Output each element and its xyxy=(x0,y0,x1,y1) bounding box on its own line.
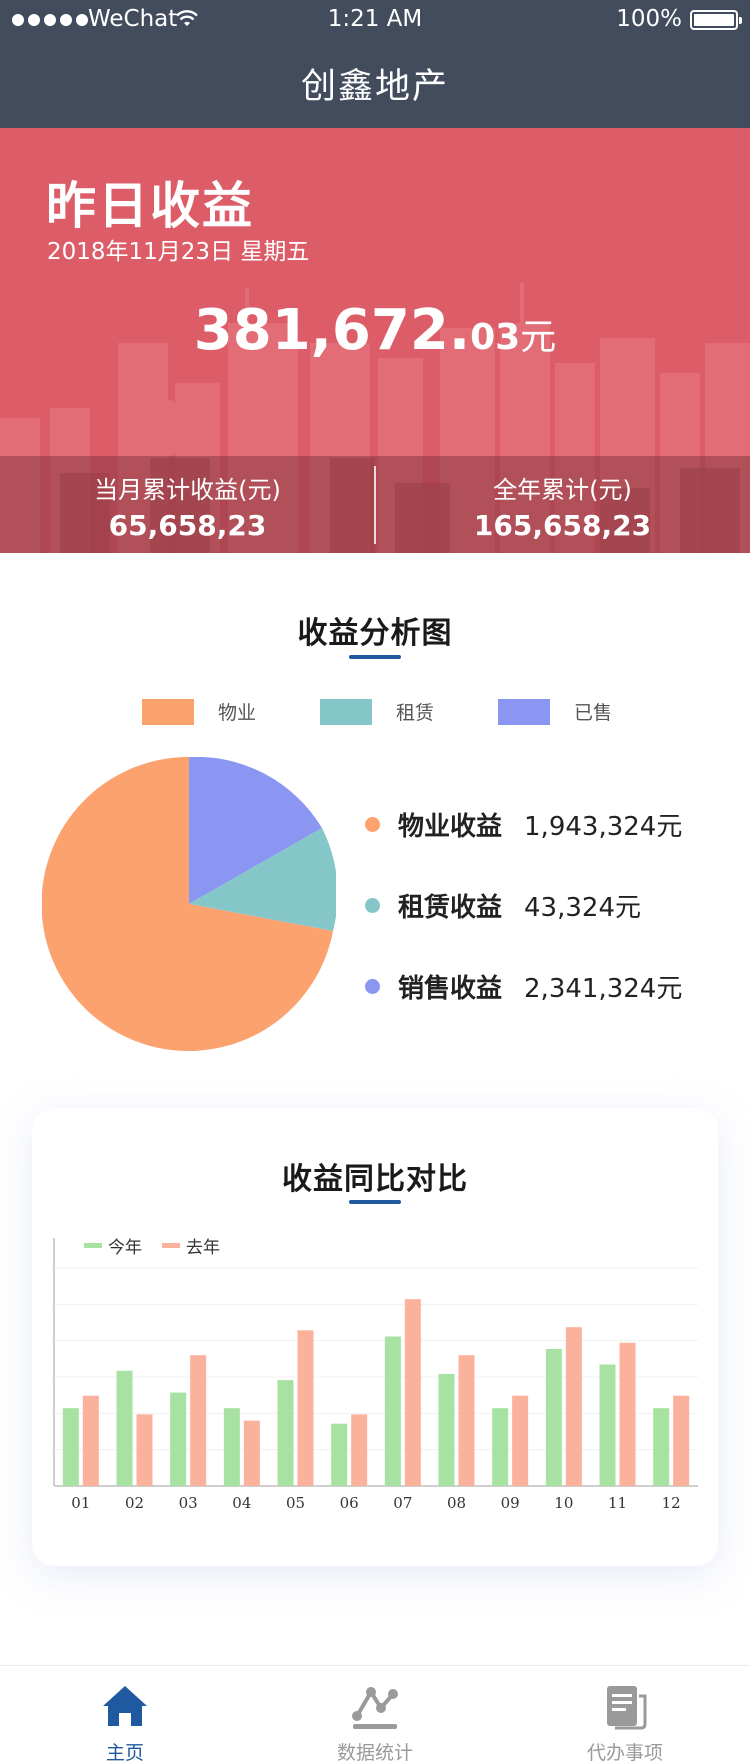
bar-last-year xyxy=(619,1342,636,1486)
sales-earnings-label: 销售收益 xyxy=(398,974,503,1004)
legend-swatch xyxy=(498,698,550,725)
bar-this-year xyxy=(170,1392,187,1486)
legend-label: 物业 xyxy=(218,702,257,724)
bar-last-year xyxy=(136,1414,153,1486)
tab-statistics[interactable]: 数据统计 xyxy=(250,1666,500,1763)
stats-icon xyxy=(352,1687,398,1729)
tab-todo-label: 代办事项 xyxy=(586,1742,663,1763)
bar-last-year xyxy=(190,1355,207,1486)
status-bar: WeChat 1:21 AM 100% xyxy=(0,0,750,40)
earnings-pie-chart xyxy=(42,757,336,1051)
bar-last-year xyxy=(351,1414,368,1486)
bar-last-year xyxy=(458,1355,475,1486)
tab-statistics-label: 数据统计 xyxy=(336,1742,413,1763)
earnings-date: 2018年11月23日 星期五 xyxy=(47,239,310,265)
pie-title-underline xyxy=(349,655,401,659)
x-tick-label: 03 xyxy=(179,1494,198,1512)
sales-earnings-value: 2,341,324元 xyxy=(524,974,683,1004)
legend-swatch xyxy=(142,698,194,725)
x-tick-label: 01 xyxy=(71,1494,90,1512)
bar-this-year xyxy=(545,1348,562,1486)
amount-cents: 03 xyxy=(470,317,521,358)
bar-this-year xyxy=(331,1423,348,1486)
bar-this-year xyxy=(223,1408,240,1486)
bar-this-year xyxy=(438,1373,455,1486)
app-screen: WeChat 1:21 AM 100% 创鑫地产 昨日收益 2018年11月23… xyxy=(0,0,750,1763)
battery-percent: 100% xyxy=(616,6,682,32)
bar-this-year xyxy=(653,1408,670,1486)
cumulative-summary: 当月累计收益(元) 65,658,23 全年累计(元) 165,658,23 xyxy=(0,456,750,553)
yesterday-earnings-title: 昨日收益 xyxy=(46,177,254,235)
x-tick-label: 05 xyxy=(286,1494,305,1512)
bar-this-year xyxy=(384,1336,401,1486)
year-cumulative-value: 165,658,23 xyxy=(473,509,652,542)
rental-dot xyxy=(365,898,380,913)
month-cumulative-label: 当月累计收益(元) xyxy=(94,476,281,504)
year-cumulative: 全年累计(元) 165,658,23 xyxy=(375,456,750,553)
home-icon xyxy=(103,1686,147,1726)
rental-earnings-row: 租赁收益 43,324元 xyxy=(365,887,641,924)
battery-icon xyxy=(690,10,742,30)
sales-earnings-row: 销售收益 2,341,324元 xyxy=(365,968,682,1005)
x-tick-label: 04 xyxy=(232,1494,251,1512)
bar-last-year xyxy=(243,1420,260,1486)
x-tick-label: 09 xyxy=(501,1494,520,1512)
bar-last-year xyxy=(512,1395,529,1486)
yesterday-earnings-amount: 381,672.03元 xyxy=(0,298,750,363)
bottom-tab-bar: 主页 数据统计 代办事项 xyxy=(0,1665,750,1763)
pie-legend-item: 物业 xyxy=(142,698,256,725)
year-cumulative-label: 全年累计(元) xyxy=(493,476,632,504)
bar-this-year xyxy=(277,1380,294,1486)
pie-legend-item: 租赁 xyxy=(320,698,434,725)
tab-home[interactable]: 主页 xyxy=(0,1666,250,1763)
month-cumulative: 当月累计收益(元) 65,658,23 xyxy=(0,456,375,553)
bar-last-year xyxy=(82,1395,99,1486)
x-tick-label: 06 xyxy=(340,1494,359,1512)
legend-label: 租赁 xyxy=(396,702,435,724)
rental-earnings-value: 43,324元 xyxy=(524,893,641,923)
property-earnings-label: 物业收益 xyxy=(398,812,503,842)
amount-unit: 元 xyxy=(520,317,557,358)
page-title: 创鑫地产 xyxy=(300,67,449,107)
x-tick-label: 08 xyxy=(447,1494,466,1512)
x-tick-label: 12 xyxy=(662,1494,681,1512)
top-bar: WeChat 1:21 AM 100% 创鑫地产 xyxy=(0,0,750,128)
yoy-comparison-card: 收益同比对比 今年 去年 01 02 03 04 05 06 07 08 09 10 11 12 xyxy=(32,1108,718,1566)
bar-last-year xyxy=(565,1327,582,1486)
earnings-banner: 昨日收益 2018年11月23日 星期五 381,672.03元 当月累计收益(… xyxy=(0,128,750,553)
bar-this-year xyxy=(62,1408,79,1486)
bar-last-year xyxy=(673,1395,690,1486)
x-tick-label: 11 xyxy=(608,1494,627,1512)
x-tick-label: 10 xyxy=(554,1494,573,1512)
property-dot xyxy=(365,817,380,832)
property-earnings-row: 物业收益 1,943,324元 xyxy=(365,806,682,843)
bar-this-year xyxy=(116,1370,133,1486)
pie-section-title: 收益分析图 xyxy=(297,616,453,651)
todo-icon xyxy=(607,1686,647,1730)
tab-todo[interactable]: 代办事项 xyxy=(500,1666,750,1763)
sales-dot xyxy=(365,979,380,994)
pie-legend-item: 已售 xyxy=(498,698,612,725)
property-earnings-value: 1,943,324元 xyxy=(524,812,683,842)
legend-label: 已售 xyxy=(574,702,613,724)
yoy-bar-chart: 01 02 03 04 05 06 07 08 09 10 11 12 xyxy=(53,1238,698,1512)
bar-this-year xyxy=(492,1408,509,1486)
x-tick-label: 07 xyxy=(393,1494,412,1512)
bar-last-year xyxy=(404,1299,421,1486)
tab-home-label: 主页 xyxy=(105,1742,144,1763)
rental-earnings-label: 租赁收益 xyxy=(398,893,503,923)
month-cumulative-value: 65,658,23 xyxy=(108,509,267,542)
amount-main: 381,672. xyxy=(193,298,471,363)
x-tick-label: 02 xyxy=(125,1494,144,1512)
legend-swatch xyxy=(320,698,372,725)
bar-this-year xyxy=(599,1364,616,1486)
bar-last-year xyxy=(297,1330,314,1486)
